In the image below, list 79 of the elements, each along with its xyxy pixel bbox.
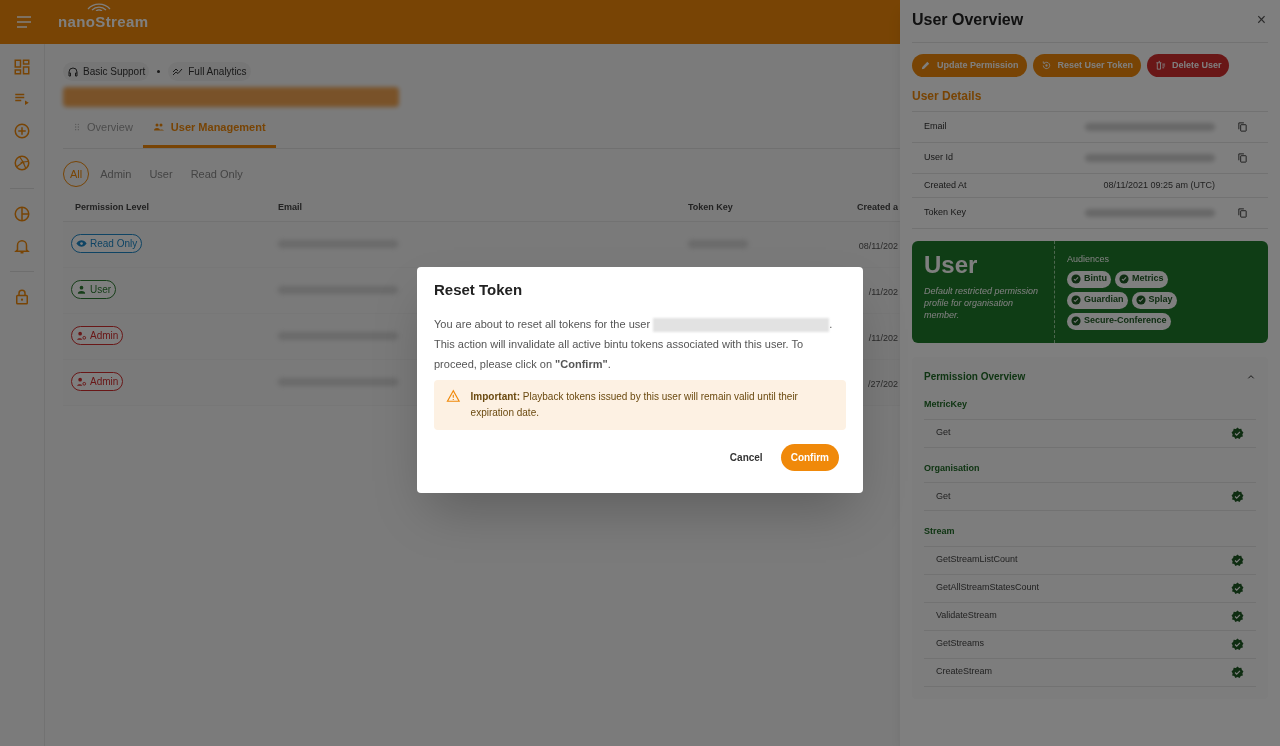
warning-icon [446,388,461,403]
dialog-title: Reset Token [434,280,524,300]
headset-icon [67,65,79,78]
detail-label: Email [924,120,948,134]
audience-tag: Bintu [1067,270,1111,288]
chip-label: Basic Support [83,65,146,79]
permission-name: GetStreamListCount [936,553,1018,567]
pie-chart-icon[interactable] [13,205,31,223]
column-header: Token Key [688,201,734,214]
dialog-message: You are about to reset all tokens for the user . This action will invalidate all active bintu tokens associated with this user. To proceed, please click on "Confirm". [434,316,834,372]
copy-icon[interactable] [1237,152,1248,164]
detail-label: User Id [924,151,954,165]
action-button[interactable]: Update Permission [912,54,1027,77]
aperture-icon[interactable] [13,154,31,172]
check-badge-icon [1071,295,1081,305]
column-header: Permission Level [74,201,151,214]
detail-label: Created At [924,178,968,192]
permission-name: Get [936,489,951,503]
person-gear-icon [76,330,87,341]
copy-icon[interactable] [1237,121,1248,133]
permission-name: GetAllStreamStatesCount [936,581,1040,595]
section-title: Permission Overview [924,370,1026,384]
detail-label: Token Key [924,206,968,220]
check-badge-icon [1071,274,1081,284]
wifi-icon [86,1,112,11]
logo-text: nanoStream [58,13,149,30]
pencil-icon [920,60,931,71]
group-title: Organisation [924,461,1256,483]
permission-name: CreateStream [936,665,993,679]
audiences-label: Audiences [1067,253,1111,266]
action-button[interactable]: Delete User [1146,54,1230,77]
audience-tag: Guardian [1067,291,1128,309]
chip-label: Full Analytics [188,65,247,79]
cancel-button[interactable]: Cancel [725,445,767,469]
permission-name: Get [936,426,951,440]
drag-dots-icon [73,122,81,133]
group-title: MetricKey [924,398,1256,420]
profile-name: User [924,253,979,277]
lock-icon[interactable] [13,288,31,306]
permission-badge: Admin [71,372,124,391]
dashboard-icon[interactable] [13,58,31,76]
warning-text: Important: Playback tokens issued by this user will remain valid until their expiration date. [470,389,799,420]
person-icon [76,284,87,295]
column-header: Created a [855,201,899,214]
copy-icon[interactable] [1237,207,1248,219]
bell-icon[interactable] [13,237,31,255]
close-button[interactable]: × [1256,8,1268,28]
profile-description: Default restricted permission profile for organisation member. [924,285,1040,321]
tab[interactable]: User Management [142,117,276,148]
table-cell: /11/202 [868,287,898,297]
table-cell: /11/202 [868,333,898,343]
check-badge-icon [1119,274,1129,284]
person-gear-icon [76,376,87,387]
delete-icon [1154,60,1166,71]
reset-icon [1040,60,1052,71]
action-button[interactable]: Reset User Token [1032,54,1141,77]
eye-icon [76,238,87,249]
audience-tag: Splay [1131,291,1177,309]
add-circle-icon[interactable] [13,122,31,140]
permission-name: ValidateStream [936,609,997,623]
permission-badge: Admin [71,326,124,345]
table-cell: 08/11/202 [858,241,898,251]
check-badge-icon [1135,295,1146,305]
check-badge-icon [1071,316,1081,326]
table-cell: /27/202 [867,379,898,389]
column-header: Email [278,201,303,214]
section-title: User Details [912,87,1268,112]
panel-title: User Overview [912,10,1024,30]
users-icon [152,121,165,134]
confirm-button[interactable]: Confirm [780,443,839,471]
permission-badge: User [71,280,117,299]
detail-value: 08/11/2021 09:25 am (UTC) [1103,178,1215,192]
group-title: Stream [924,525,1256,547]
chevron-up-icon[interactable] [1246,372,1256,381]
permission-badge: Read Only [71,234,143,253]
audience-tag: Secure-Conference [1067,312,1171,330]
permission-name: GetStreams [936,637,984,651]
audience-tag: Metrics [1115,270,1168,288]
menu-icon[interactable] [16,16,32,28]
